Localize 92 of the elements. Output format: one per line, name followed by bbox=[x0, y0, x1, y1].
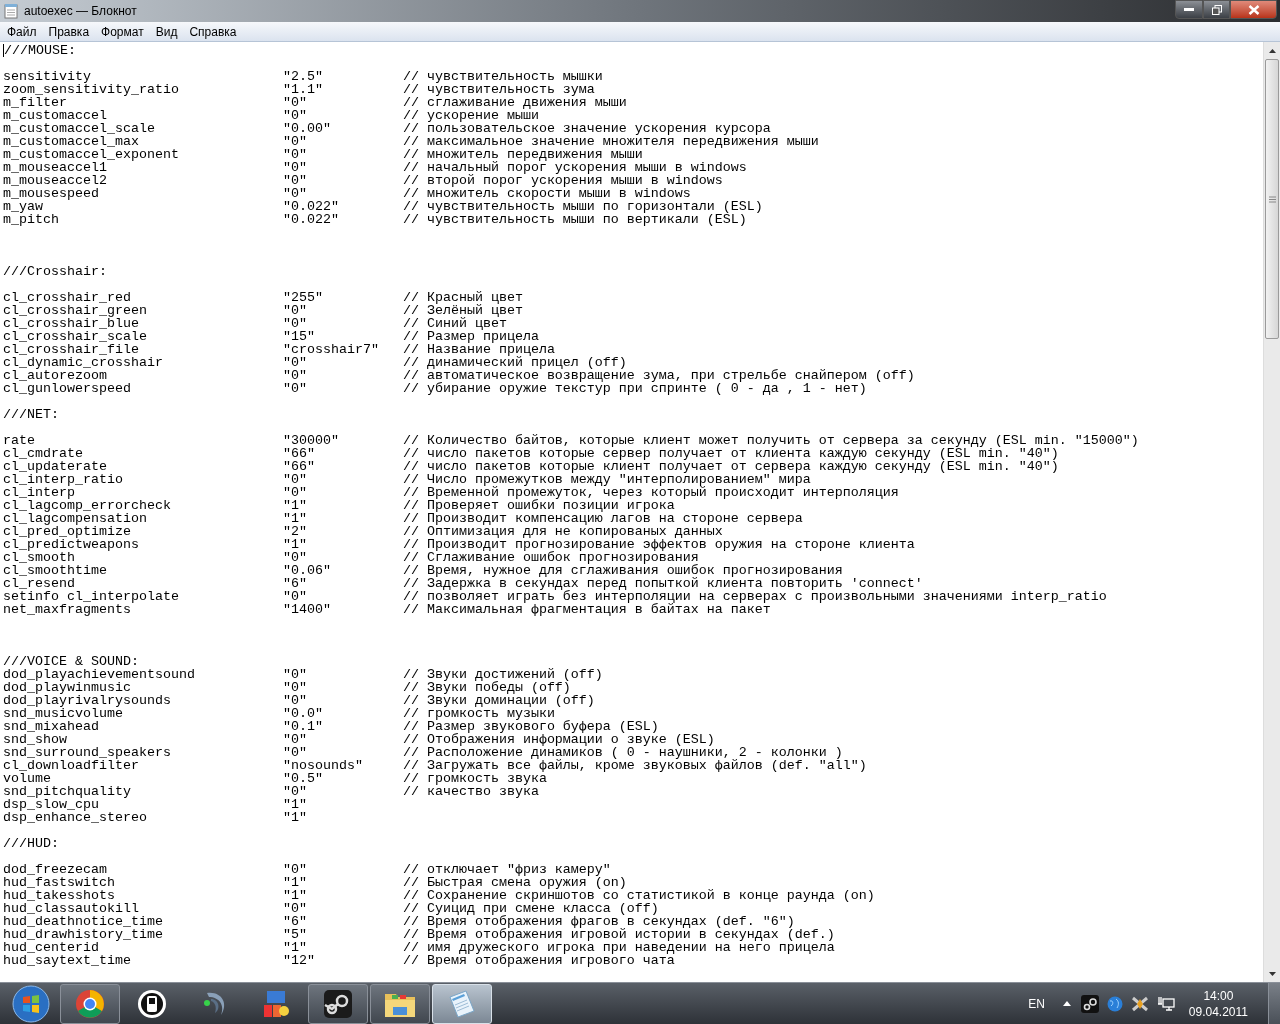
code-line: cl_cmdrate "66" // число пакетов которые сервер получает от клиента каждую секунду (ESL min. "40") bbox=[3, 447, 1059, 460]
menu-item[interactable]: Правка bbox=[42, 22, 96, 41]
code-line: m_customaccel_exponent "0" // множитель передвижения мыши bbox=[3, 148, 643, 161]
down-arrow-icon bbox=[1268, 971, 1276, 976]
code-line: cl_crosshair_red "255" // Красный цвет bbox=[3, 291, 523, 304]
minimize-button[interactable] bbox=[1175, 0, 1203, 19]
notepad-icon bbox=[4, 3, 18, 19]
code-line: m_customaccel_scale "0.00" // пользовательское значение ускорения курсора bbox=[3, 122, 771, 135]
code-line: cl_gunlowerspeed "0" // убирание оружие текстур при спринте ( 0 - да , 1 - нет) bbox=[3, 382, 867, 395]
code-line: cl_lagcompensation "1" // Производит компенсацию лагов на стороне сервера bbox=[3, 512, 803, 525]
code-line: hud_drawhistory_time "5" // Время отображения игровой истории в секундах (def.) bbox=[3, 928, 835, 941]
code-line: cl_predictweapons "1" // Производит прогнозирование эффектов оружия на стороне клиента bbox=[3, 538, 915, 551]
section-heading: ///MOUSE: bbox=[4, 44, 76, 57]
code-line: snd_surround_speakers "0" // Расположение динамиков ( 0 - наушники, 2 - колонки ) bbox=[3, 746, 843, 759]
code-line: snd_mixahead "0.1" // Размер звукового буфера (ESL) bbox=[3, 720, 659, 733]
code-line: cl_lagcomp_errorcheck "1" // Проверяет ошибки позиции игрока bbox=[3, 499, 675, 512]
taskbar-app-button[interactable] bbox=[370, 983, 430, 1024]
code-line: cl_interp_ratio "0" // Число промежутков между "интерполированием" мира bbox=[3, 473, 811, 486]
text-caret bbox=[3, 44, 4, 57]
code-line: m_mousespeed "0" // множитель скорости мыши в windows bbox=[3, 187, 691, 200]
code-line: setinfo cl_interpolate "0" // позволяет играть без интерполяции на серверах с произвольными значениями interp_ratio bbox=[3, 590, 1107, 603]
taskbar-app-button[interactable] bbox=[308, 983, 368, 1024]
clock-date: 09.04.2011 bbox=[1188, 1003, 1248, 1020]
code-line: dod_playachievementsound "0" // Звуки достижений (off) bbox=[3, 668, 603, 681]
notepad-icon bbox=[446, 988, 478, 1019]
code-line: cl_crosshair_blue "0" // Синий цвет bbox=[3, 317, 507, 330]
close-icon bbox=[1247, 4, 1260, 15]
section-heading: ///VOICE & SOUND: bbox=[3, 655, 139, 668]
minimize-icon bbox=[1184, 8, 1194, 11]
menu-item[interactable]: Справка bbox=[183, 22, 243, 41]
code-line: hud_classautokill "0" // Суицид при смене класса (off) bbox=[3, 902, 659, 915]
menu-item[interactable]: Файл bbox=[1, 22, 43, 41]
code-line: cl_dynamic_crosshair "0" // динамический прицел (off) bbox=[3, 356, 627, 369]
up-arrow-icon[interactable] bbox=[1062, 1001, 1071, 1006]
scroll-thumb[interactable] bbox=[1265, 59, 1279, 339]
window-title: autoexec — Блокнот bbox=[24, 3, 137, 20]
code-line: dsp_slow_cpu "1" bbox=[3, 798, 307, 811]
menu-item[interactable]: Формат bbox=[95, 22, 150, 41]
code-line: cl_interp "0" // Временной промежуток, через который происходит интерполяция bbox=[3, 486, 899, 499]
code-line: hud_takesshots "1" // Сохранение скриншотов со статистикой в конце раунда (on) bbox=[3, 889, 875, 902]
code-line: zoom_sensitivity_ratio "1.1" // чувствительность зума bbox=[3, 83, 595, 96]
clock[interactable]: 14:00 09.04.2011 bbox=[1188, 987, 1248, 1020]
code-line: cl_smooth "0" // Сглаживание ошибок прогнозирования bbox=[3, 551, 699, 564]
section-heading: ///NET: bbox=[3, 408, 59, 421]
clock-time: 14:00 bbox=[1203, 987, 1234, 1004]
code-line: cl_resend "6" // Задержка в секундах перед попыткой клиента повторить 'connect' bbox=[3, 577, 923, 590]
code-line: dod_playrivalrysounds "0" // Звуки доминации (off) bbox=[3, 694, 595, 707]
crossed-tools-icon[interactable] bbox=[1130, 995, 1149, 1012]
language-indicator[interactable]: EN bbox=[1028, 994, 1045, 1013]
code-line: m_mouseaccel1 "0" // начальный порог ускорения мыши в windows bbox=[3, 161, 747, 174]
code-line: m_mouseaccel2 "0" // второй порог ускорения мыши в windows bbox=[3, 174, 723, 187]
code-line: snd_pitchquality "0" // качество звука bbox=[3, 785, 539, 798]
code-line: cl_smoothtime "0.06" // Время, нужное для сглаживания ошибок прогнозирования bbox=[3, 564, 843, 577]
grip-icon bbox=[1268, 195, 1276, 203]
code-line: cl_crosshair_scale "15" // Размер прицела bbox=[3, 330, 539, 343]
code-line: hud_deathnotice_time "6" // Время отображения фрагов в секундах (def. "6") bbox=[3, 915, 795, 928]
code-line: rate "30000" // Количество байтов, которые клиент может получить от сервера за секунду (ESL min. "15000") bbox=[3, 434, 1139, 447]
code-line: m_customaccel "0" // ускорение мыши bbox=[3, 109, 539, 122]
menu-item[interactable]: Вид bbox=[149, 22, 184, 41]
code-line: hud_fastswitch "1" // Быстрая смена оружия (on) bbox=[3, 876, 627, 889]
code-line: cl_autorezoom "0" // автоматическое возвращение зума, при стрельбе снайпером (off) bbox=[3, 369, 915, 382]
code-line: m_filter "0" // сглаживание движения мыши bbox=[3, 96, 627, 109]
code-line: hud_saytext_time "12" // Время отображения игрового чата bbox=[3, 954, 675, 967]
close-button[interactable] bbox=[1230, 0, 1277, 19]
code-line: m_pitch "0.022" // чувствительность мыши по вертикали (ESL) bbox=[3, 213, 747, 226]
section-heading: ///Crosshair: bbox=[3, 265, 107, 278]
restore-button[interactable] bbox=[1203, 0, 1230, 19]
section-heading: ///HUD: bbox=[3, 837, 59, 850]
code-line: m_yaw "0.022" // чувствительность мыши по горизонтали (ESL) bbox=[3, 200, 763, 213]
code-line: dod_freezecam "0" // отключает "фриз камеру" bbox=[3, 863, 611, 876]
code-line: snd_show "0" // Отображения информации о звуке (ESL) bbox=[3, 733, 715, 746]
code-line: m_customaccel_max "0" // максимальное значение множителя передвижения мыши bbox=[3, 135, 819, 148]
globe-icon[interactable] bbox=[1106, 995, 1123, 1012]
code-line: cl_pred_optimize "2" // Оптимизация для не копированых данных bbox=[3, 525, 723, 538]
code-line: cl_downloadfilter "nosounds" // Загружать все файлы, кроме звуковых файлов (def. "all") bbox=[3, 759, 867, 772]
browser-icon bbox=[75, 988, 105, 1019]
restore-icon bbox=[1211, 4, 1222, 15]
code-line: cl_crosshair_file "crosshair7" // Название прицела bbox=[3, 343, 555, 356]
code-line: dsp_enhance_stereo "1" bbox=[3, 811, 307, 824]
code-line: net_maxfragments "1400" // Максимальная фрагментация в байтах на пакет bbox=[3, 603, 771, 616]
code-line: dod_playwinmusic "0" // Звуки победы (off) bbox=[3, 681, 571, 694]
code-line: cl_crosshair_green "0" // Зелёный цвет bbox=[3, 304, 523, 317]
code-line: snd_musicvolume "0.0" // громкость музыки bbox=[3, 707, 555, 720]
code-line: cl_updaterate "66" // число пакетов которые клиент получает от сервера каждую секунду (ESL min. "40") bbox=[3, 460, 1059, 473]
windows-logo-icon bbox=[12, 984, 50, 1023]
up-arrow-icon bbox=[1268, 48, 1276, 53]
network-icon[interactable] bbox=[1156, 995, 1175, 1012]
steam-icon bbox=[323, 988, 353, 1019]
code-line: sensitivity "2.5" // чувствительность мышки bbox=[3, 70, 603, 83]
code-line: hud_centerid "1" // имя дружеского игрока при наведении на него прицела bbox=[3, 941, 835, 954]
steam-icon[interactable] bbox=[1080, 994, 1099, 1013]
code-line: volume "0.5" // громкость звука bbox=[3, 772, 547, 785]
